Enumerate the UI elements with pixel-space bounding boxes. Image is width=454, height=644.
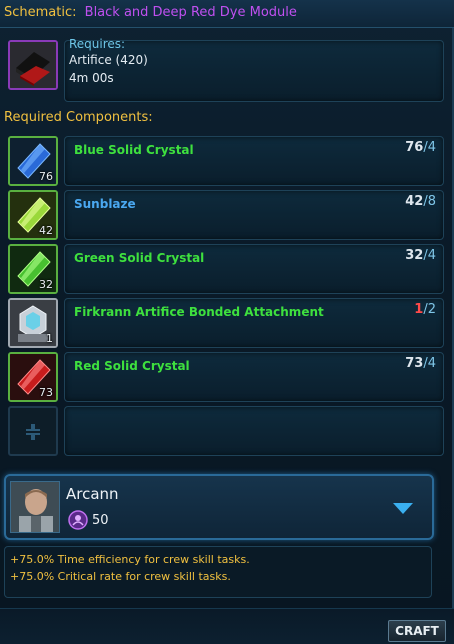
- schematic-icon-slot[interactable]: [8, 40, 58, 90]
- avatar: [11, 482, 59, 532]
- crew-name: Arcann: [66, 485, 119, 503]
- component-name: Blue Solid Crystal: [74, 143, 194, 157]
- component-have: 76: [405, 140, 424, 155]
- component-have: 1: [414, 302, 424, 317]
- empty-component-slot: [8, 406, 58, 456]
- craft-time: 4m 00s: [69, 71, 114, 85]
- empty-component-panel: [64, 406, 444, 456]
- craft-button[interactable]: CRAFT: [388, 620, 446, 642]
- schematic-label: Schematic:: [4, 5, 77, 20]
- required-components-title: Required Components:: [4, 110, 153, 125]
- component-need: /4: [423, 140, 436, 155]
- crew-selector[interactable]: [4, 474, 434, 540]
- component-name: Red Solid Crystal: [74, 359, 190, 373]
- slot-count: 32: [39, 278, 53, 291]
- component-have: 42: [405, 194, 424, 209]
- component-name: Firkrann Artifice Bonded Attachment: [74, 305, 324, 319]
- slot-count: 42: [39, 224, 53, 237]
- component-slot[interactable]: 73: [8, 352, 58, 402]
- component-need: /8: [423, 194, 436, 209]
- crew-portrait: [10, 481, 60, 533]
- empty-slot-icon: [26, 424, 40, 440]
- component-need: /2: [423, 302, 436, 317]
- schematic-header: Schematic: Black and Deep Red Dye Module: [0, 0, 454, 28]
- component-count: 76/4: [405, 140, 436, 155]
- component-slot[interactable]: 76: [8, 136, 58, 186]
- component-need: /4: [423, 356, 436, 371]
- requires-label: Requires:: [69, 37, 126, 51]
- slot-count: 76: [39, 170, 53, 183]
- component-name: Sunblaze: [74, 197, 136, 211]
- schematic-name: Black and Deep Red Dye Module: [84, 5, 297, 20]
- chevron-down-icon[interactable]: [392, 500, 414, 516]
- component-count: 73/4: [405, 356, 436, 371]
- crew-effect-time: +75.0% Time efficiency for crew skill ta…: [10, 553, 250, 566]
- component-have: 73: [405, 356, 424, 371]
- component-name: Green Solid Crystal: [74, 251, 205, 265]
- requirement-skill: Artifice (420): [69, 53, 148, 67]
- component-slot[interactable]: 42: [8, 190, 58, 240]
- dye-module-icon: [10, 42, 56, 88]
- influence-icon: [68, 510, 88, 530]
- component-need: /4: [423, 248, 436, 263]
- component-slot[interactable]: 32: [8, 244, 58, 294]
- slot-count: 1: [46, 332, 53, 345]
- crew-effect-crit: +75.0% Critical rate for crew skill task…: [10, 570, 231, 583]
- component-count: 32/4: [405, 248, 436, 263]
- slot-count: 73: [39, 386, 53, 399]
- component-slot[interactable]: 1: [8, 298, 58, 348]
- component-count: 42/8: [405, 194, 436, 209]
- component-count: 1/2: [414, 302, 436, 317]
- bottom-trim: [0, 608, 454, 644]
- component-have: 32: [405, 248, 424, 263]
- crew-influence: 50: [92, 513, 109, 528]
